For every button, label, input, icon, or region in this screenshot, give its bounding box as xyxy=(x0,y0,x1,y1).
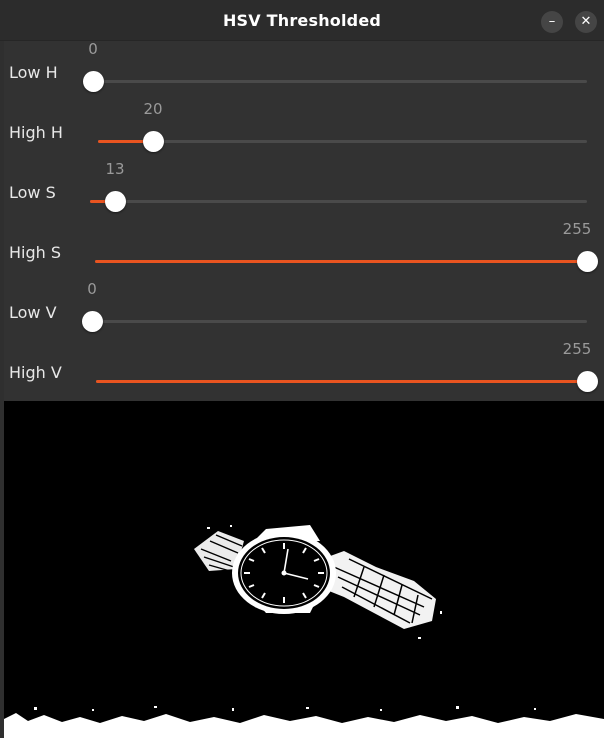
slider-row-low-h: Low H 0 xyxy=(4,40,604,101)
trackbar-panel: Low H 0 High H 20 Low S 13 High S 255 Lo… xyxy=(4,40,604,401)
slider-handle[interactable]: 0 xyxy=(82,280,103,332)
slider-value: 20 xyxy=(143,100,163,118)
slider-row-high-v: High V 255 xyxy=(4,340,604,401)
slider-handle[interactable]: 255 xyxy=(563,220,598,272)
slider-value: 255 xyxy=(562,220,592,238)
slider-handle[interactable]: 0 xyxy=(83,40,104,92)
slider-handle[interactable]: 13 xyxy=(105,160,126,212)
slider-value: 255 xyxy=(562,340,592,358)
slider-value: 0 xyxy=(87,280,97,298)
slider-label: Low H xyxy=(9,63,58,82)
slider-fill xyxy=(95,260,587,263)
slider-label: High S xyxy=(9,243,62,262)
slider-track[interactable]: 0 xyxy=(83,40,587,92)
slider-label: Low V xyxy=(9,303,57,322)
slider-label: High V xyxy=(9,363,62,382)
slider-track[interactable]: 20 xyxy=(98,100,587,152)
slider-row-low-s: Low S 13 xyxy=(4,160,604,221)
watch-mask-image xyxy=(4,401,604,738)
slider-row-high-h: High H 20 xyxy=(4,100,604,161)
slider-value: 13 xyxy=(105,160,125,178)
slider-track[interactable]: 0 xyxy=(82,280,587,332)
slider-track[interactable]: 255 xyxy=(96,340,598,392)
slider-fill xyxy=(96,380,587,383)
slider-handle[interactable]: 20 xyxy=(143,100,164,152)
minimize-icon[interactable]: – xyxy=(541,11,563,33)
slider-value: 0 xyxy=(88,40,98,58)
hsv-window: HSV Thresholded – ✕ Low H 0 High H 20 Lo… xyxy=(0,0,604,738)
slider-handle[interactable]: 255 xyxy=(563,340,598,392)
slider-track[interactable]: 13 xyxy=(90,160,587,212)
thresholded-image xyxy=(4,401,604,738)
slider-row-low-v: Low V 0 xyxy=(4,280,604,341)
title-bar[interactable]: HSV Thresholded – ✕ xyxy=(0,0,604,41)
slider-label: High H xyxy=(9,123,63,142)
slider-row-high-s: High S 255 xyxy=(4,220,604,281)
close-icon[interactable]: ✕ xyxy=(575,11,597,33)
slider-label: Low S xyxy=(9,183,56,202)
window-title: HSV Thresholded xyxy=(222,11,382,30)
slider-track[interactable]: 255 xyxy=(95,220,598,272)
